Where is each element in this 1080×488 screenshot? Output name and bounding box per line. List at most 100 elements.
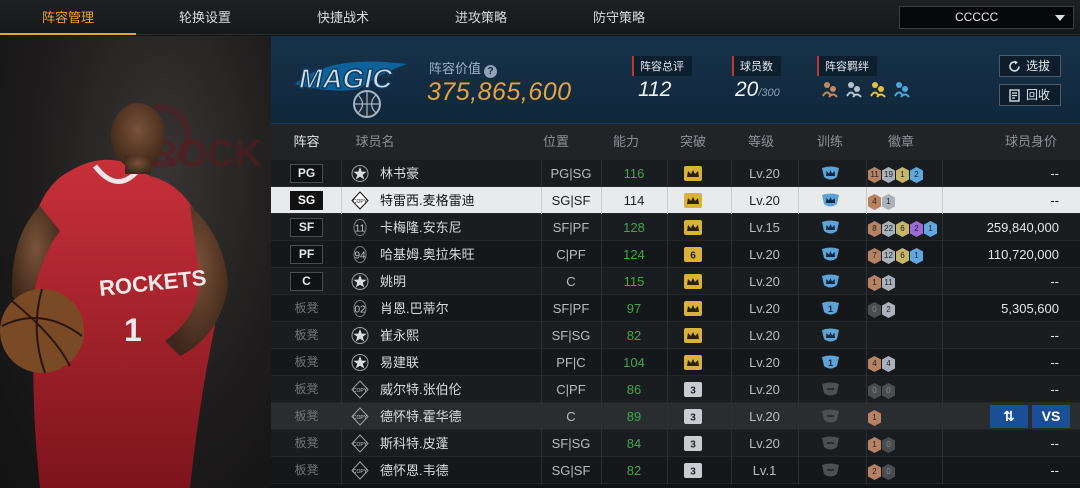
badge-chip[interactable]: 4 xyxy=(882,356,895,372)
bond-icon-blue[interactable] xyxy=(894,80,910,98)
badge-list[interactable]: 02 xyxy=(868,300,896,318)
col-lineup[interactable]: 阵容 xyxy=(290,124,323,160)
breakthrough-crown-icon[interactable] xyxy=(684,166,702,181)
training-locked-icon[interactable] xyxy=(821,409,840,425)
team-select-dropdown[interactable]: CCCCC xyxy=(899,6,1074,29)
tab-lineup-management[interactable]: 阵容管理 xyxy=(0,0,136,35)
badge-chip[interactable]: 1 xyxy=(896,167,909,183)
position-slot[interactable]: PF xyxy=(290,245,323,264)
tab-rotation-settings[interactable]: 轮换设置 xyxy=(136,0,274,35)
badge-chip[interactable]: 4 xyxy=(868,356,881,372)
badge-chip[interactable]: 1 xyxy=(868,275,881,291)
tab-defense-strategy[interactable]: 防守策略 xyxy=(550,0,688,35)
col-breakthrough[interactable]: 突破 xyxy=(663,124,723,160)
position-slot[interactable]: SF xyxy=(290,218,323,237)
badge-list[interactable]: 7 12 6 1 xyxy=(868,246,924,264)
player-name[interactable]: 威尔特.张伯伦 xyxy=(380,376,462,403)
training-crown-icon[interactable] xyxy=(821,274,840,290)
breakthrough-crown-icon[interactable] xyxy=(684,301,702,316)
badge-list[interactable]: 00 xyxy=(868,381,896,399)
table-row[interactable]: PG 林书豪 PG|SG 116 Lv.20 11 19 1 2 -- xyxy=(271,160,1080,187)
player-name[interactable]: 肖恩.巴蒂尔 xyxy=(380,295,449,322)
table-row[interactable]: PF 94 哈基姆.奥拉朱旺 C|PF 124 6 Lv.20 7 12 6 1 110,720,00… xyxy=(271,241,1080,268)
badge-list[interactable]: 20 xyxy=(868,462,896,480)
badge-chip[interactable]: 6 xyxy=(896,248,909,264)
select-button[interactable]: 选拔 xyxy=(999,55,1061,77)
table-row[interactable]: 板凳 COPY 德怀特.霍华德 C 89 3 Lv.20 1 ⇅ VS xyxy=(271,403,1080,430)
badge-chip[interactable]: 1 xyxy=(924,221,937,237)
col-player-value[interactable]: 球员身价 xyxy=(991,124,1071,160)
badge-chip[interactable]: 2 xyxy=(910,221,923,237)
badge-list[interactable]: 1 11 xyxy=(868,273,896,291)
tab-quick-tactics[interactable]: 快捷战术 xyxy=(274,0,412,35)
player-name[interactable]: 林书豪 xyxy=(380,160,419,187)
help-icon[interactable]: ? xyxy=(484,65,498,78)
breakthrough-level-icon[interactable]: 3 xyxy=(684,436,702,451)
breakthrough-crown-icon[interactable] xyxy=(684,355,702,370)
player-name[interactable]: 哈基姆.奥拉朱旺 xyxy=(380,241,475,268)
training-locked-icon[interactable] xyxy=(821,463,840,479)
badge-chip[interactable]: 1 xyxy=(868,410,881,426)
col-badges[interactable]: 徽章 xyxy=(861,124,941,160)
badge-chip[interactable]: 19 xyxy=(882,167,895,183)
table-row[interactable]: 板凳 COPY 威尔特.张伯伦 C|PF 86 3 Lv.20 0 0 -- xyxy=(271,376,1080,403)
breakthrough-crown-icon[interactable] xyxy=(684,328,702,343)
badge-chip[interactable]: 0 xyxy=(868,383,881,399)
badge-chip[interactable]: 2 xyxy=(882,302,895,318)
table-row[interactable]: 板凳 崔永熙 SF|SG 82 Lv.20 -- xyxy=(271,322,1080,349)
training-crown-icon[interactable] xyxy=(821,166,840,182)
bond-icon-bronze[interactable] xyxy=(822,80,838,98)
player-name[interactable]: 德怀特.霍华德 xyxy=(380,403,462,430)
breakthrough-level-icon[interactable]: 3 xyxy=(684,409,702,424)
badge-chip[interactable]: 22 xyxy=(882,221,895,237)
training-crown-icon[interactable] xyxy=(821,220,840,236)
badge-chip[interactable]: 11 xyxy=(868,167,881,183)
badge-chip[interactable]: 0 xyxy=(882,464,895,480)
training-crown-icon[interactable] xyxy=(821,247,840,263)
position-slot[interactable]: PG xyxy=(290,164,323,183)
table-row[interactable]: 板凳 02 肖恩.巴蒂尔 SF|PF 97 Lv.20 1 0 2 5,305,600 xyxy=(271,295,1080,322)
col-player-name[interactable]: 球员名 xyxy=(355,124,395,160)
training-crown-icon[interactable] xyxy=(821,328,840,344)
badge-chip[interactable]: 1 xyxy=(868,437,881,453)
table-row[interactable]: 板凳 COPY 斯科特.皮蓬 SF|SG 84 3 Lv.20 1 0 -- xyxy=(271,430,1080,457)
badge-list[interactable]: 8 22 6 2 1 xyxy=(868,219,938,237)
breakthrough-level-icon[interactable]: 3 xyxy=(684,463,702,478)
training-level-icon[interactable]: 1 xyxy=(821,301,840,317)
col-ability[interactable]: 能力 xyxy=(596,124,656,160)
badge-chip[interactable]: 2 xyxy=(910,167,923,183)
col-level[interactable]: 等级 xyxy=(731,124,791,160)
badge-chip[interactable]: 7 xyxy=(868,248,881,264)
breakthrough-crown-icon[interactable] xyxy=(684,193,702,208)
player-name[interactable]: 卡梅隆.安东尼 xyxy=(380,214,462,241)
table-row[interactable]: SG COPY 特雷西.麦格雷迪 SG|SF 114 Lv.20 4 1 -- xyxy=(271,187,1080,214)
badge-chip[interactable]: 4 xyxy=(868,194,881,210)
breakthrough-crown-icon[interactable] xyxy=(684,220,702,235)
table-row[interactable]: 板凳 COPY 德怀恩.韦德 SG|SF 82 3 Lv.1 2 0 -- xyxy=(271,457,1080,484)
badge-chip[interactable]: 11 xyxy=(882,275,895,291)
col-position[interactable]: 位置 xyxy=(526,124,586,160)
badge-chip[interactable]: 6 xyxy=(896,221,909,237)
swap-button[interactable]: ⇅ xyxy=(990,405,1028,428)
recycle-button[interactable]: 回收 xyxy=(999,84,1061,106)
table-row[interactable]: SF 11 卡梅隆.安东尼 SF|PF 128 Lv.15 8 22 6 2 1 259,840,00… xyxy=(271,214,1080,241)
compare-button[interactable]: VS xyxy=(1032,405,1070,428)
player-name[interactable]: 斯科特.皮蓬 xyxy=(380,430,449,457)
badge-list[interactable]: 10 xyxy=(868,435,896,453)
position-slot[interactable]: C xyxy=(290,272,323,291)
player-name[interactable]: 崔永熙 xyxy=(380,322,419,349)
badge-list[interactable]: 44 xyxy=(868,354,896,372)
badge-chip[interactable]: 0 xyxy=(868,302,881,318)
badge-list[interactable]: 11 19 1 2 xyxy=(868,165,924,183)
bond-icon-gold[interactable] xyxy=(870,80,886,98)
col-training[interactable]: 训练 xyxy=(800,124,860,160)
training-locked-icon[interactable] xyxy=(821,436,840,452)
tab-offense-strategy[interactable]: 进攻策略 xyxy=(412,0,550,35)
position-slot[interactable]: SG xyxy=(290,191,323,210)
training-level-icon[interactable]: 1 xyxy=(821,355,840,371)
player-name[interactable]: 姚明 xyxy=(380,268,406,295)
badge-chip[interactable]: 2 xyxy=(868,464,881,480)
badge-chip[interactable]: 1 xyxy=(882,194,895,210)
badge-chip[interactable]: 8 xyxy=(868,221,881,237)
training-locked-icon[interactable] xyxy=(821,382,840,398)
